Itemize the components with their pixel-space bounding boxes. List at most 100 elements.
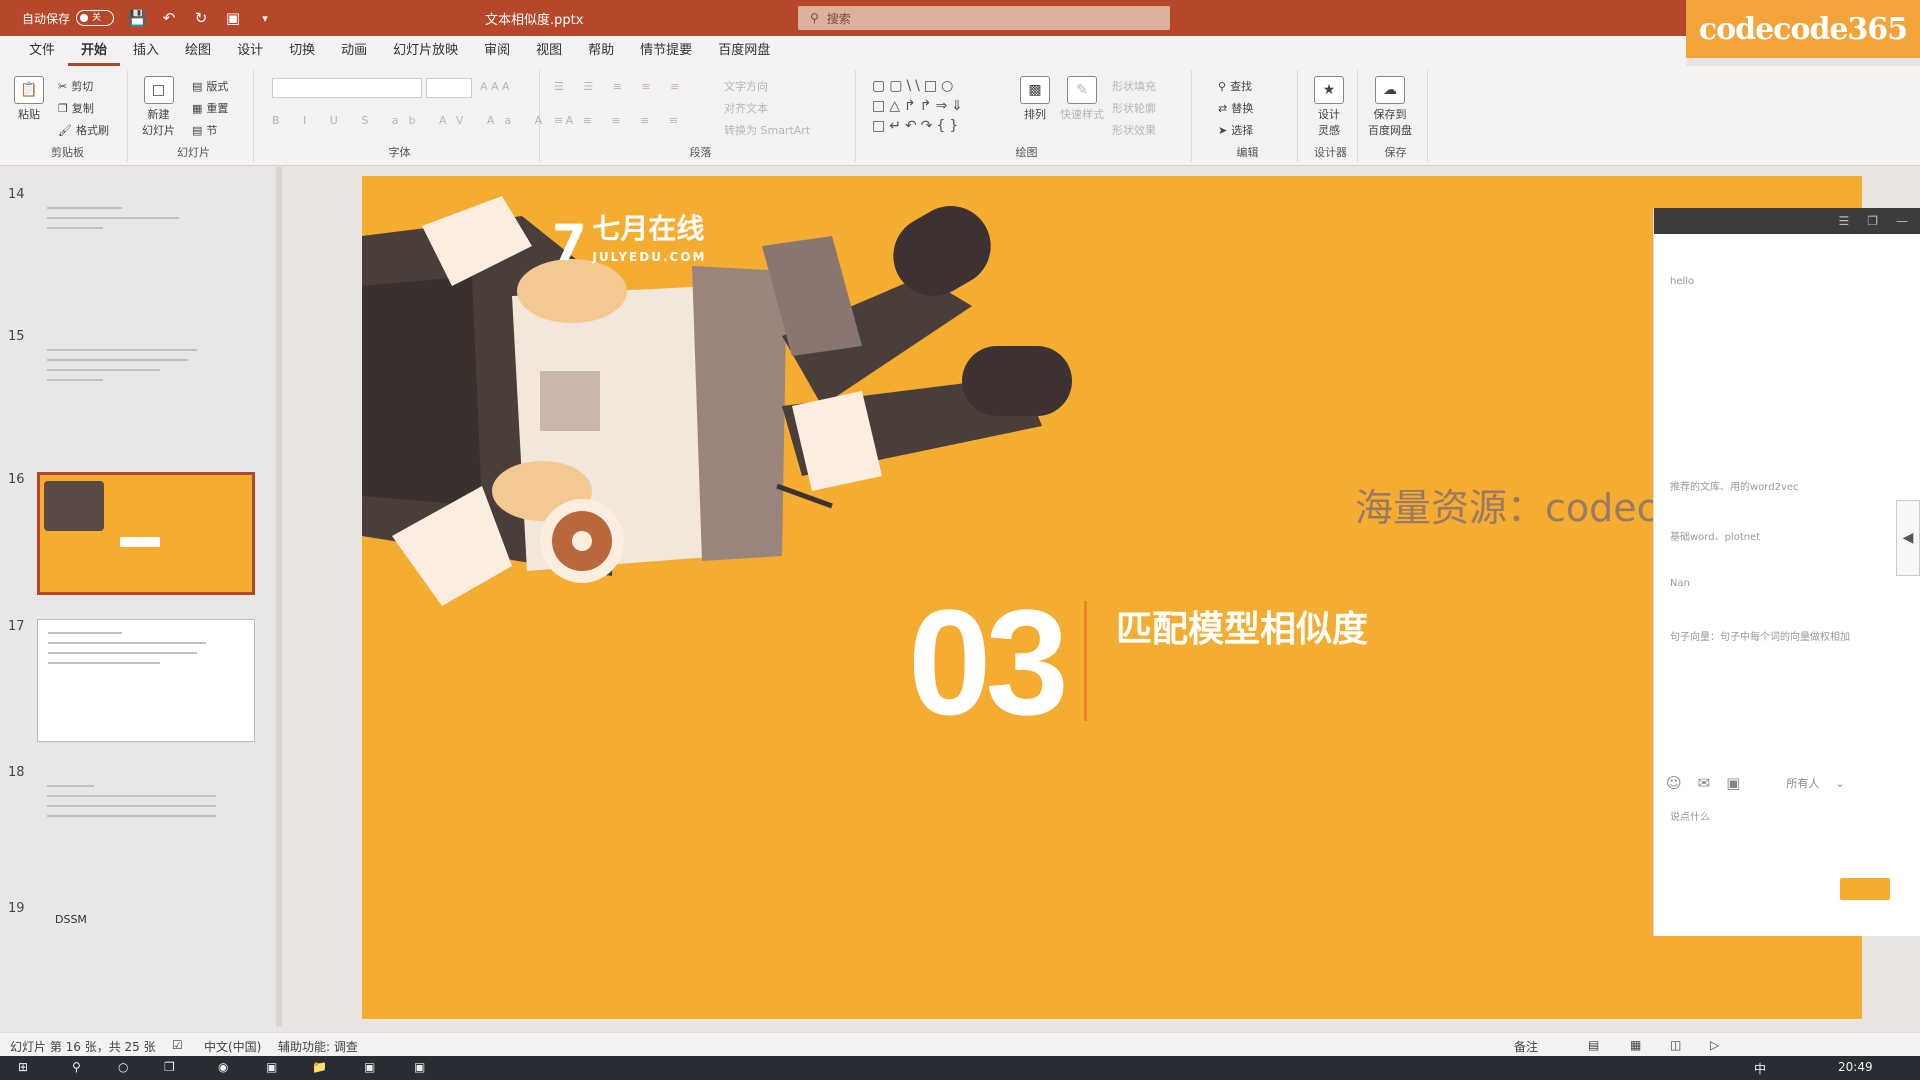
font-family-select[interactable] bbox=[272, 78, 422, 98]
search-icon[interactable]: ⚲ bbox=[72, 1060, 81, 1074]
tab-draw[interactable]: 绘图 bbox=[172, 36, 224, 66]
undo-icon[interactable]: ↶ bbox=[160, 9, 178, 27]
chevron-down-icon[interactable]: ⌄ bbox=[1835, 777, 1844, 790]
shape-outline-button[interactable]: 形状轮廓 bbox=[1112, 100, 1156, 116]
comment-icon[interactable]: ✉ bbox=[1698, 774, 1711, 792]
slide-thumbnail-16[interactable] bbox=[37, 472, 255, 595]
accessibility-status[interactable]: 辅助功能: 调查 bbox=[278, 1038, 358, 1055]
text-direction-button[interactable]: 文字方向 bbox=[724, 78, 768, 94]
tab-transitions[interactable]: 切换 bbox=[276, 36, 328, 66]
cortana-icon[interactable]: ○ bbox=[118, 1060, 128, 1074]
font-format-icons[interactable]: B I U S ab AV Aa A A bbox=[272, 114, 583, 127]
tab-insert[interactable]: 插入 bbox=[120, 36, 172, 66]
reset-icon: ▦ bbox=[192, 101, 203, 115]
autosave-switch[interactable]: 关 bbox=[76, 10, 115, 26]
slide-thumbnail-19[interactable]: DSSM bbox=[37, 909, 255, 1019]
redo-icon[interactable]: ↻ bbox=[192, 9, 210, 27]
shape-effects-button[interactable]: 形状效果 bbox=[1112, 122, 1156, 138]
chat-panel: ☰ ❐ — hello 推荐的文库、用的word2vec 基础word、plot… bbox=[1653, 208, 1920, 936]
minimize-icon[interactable]: — bbox=[1896, 214, 1908, 228]
cut-button[interactable]: ✂ 剪切 bbox=[58, 78, 93, 94]
collapse-panel-button[interactable]: ◀ bbox=[1896, 500, 1920, 576]
folder-icon[interactable]: 📁 bbox=[312, 1060, 327, 1074]
restore-icon[interactable]: ❐ bbox=[1867, 214, 1878, 228]
tab-animations[interactable]: 动画 bbox=[328, 36, 380, 66]
customize-toolbar-icon[interactable]: ▾ bbox=[256, 12, 274, 25]
quick-styles-button[interactable]: ✎ 快速样式 bbox=[1060, 76, 1104, 122]
list-icons[interactable]: ☰ ☰ ≡ ≡ ≡ bbox=[554, 80, 687, 93]
shape-fill-button[interactable]: 形状填充 bbox=[1112, 78, 1156, 94]
reading-view-icon[interactable]: ◫ bbox=[1670, 1038, 1681, 1052]
language-indicator[interactable]: 中文(中国) bbox=[204, 1038, 261, 1055]
menu-icon[interactable]: ☰ bbox=[1838, 214, 1849, 228]
chat-input[interactable]: 说点什么 bbox=[1670, 808, 1710, 823]
spellcheck-icon[interactable]: ☑ bbox=[172, 1038, 183, 1052]
designer-group: ★ 设计 灵感 设计器 bbox=[1304, 70, 1358, 162]
chevron-left-icon: ◀ bbox=[1902, 530, 1914, 546]
app-icon[interactable]: ▣ bbox=[364, 1060, 375, 1074]
tab-help[interactable]: 帮助 bbox=[575, 36, 627, 66]
search-box[interactable]: ⚲ 搜索 bbox=[798, 6, 1170, 30]
save-to-baidu-button[interactable]: ☁ 保存到 百度网盘 bbox=[1368, 76, 1412, 138]
notes-button[interactable]: 备注 bbox=[1514, 1038, 1538, 1055]
clock[interactable]: 20:49 bbox=[1838, 1060, 1873, 1074]
layout-button[interactable]: ▤ 版式 bbox=[192, 78, 228, 94]
emoji-icon[interactable]: ☺ bbox=[1666, 774, 1682, 792]
align-icons[interactable]: ≡ ≡ ≡ ≡ ≡ bbox=[554, 114, 686, 127]
task-view-icon[interactable]: ❐ bbox=[164, 1060, 175, 1074]
powerpoint-icon[interactable]: ▣ bbox=[414, 1060, 425, 1074]
slide-thumbnail-15[interactable] bbox=[37, 337, 255, 427]
app-icon[interactable]: ▣ bbox=[266, 1060, 277, 1074]
thumb-text-lines bbox=[47, 785, 235, 825]
slide-thumbnail-17[interactable] bbox=[37, 619, 255, 742]
slide-canvas[interactable]: 7 七月在线 JULYEDU.COM 海量资源：codecode365 03 匹… bbox=[362, 176, 1862, 1019]
replace-button[interactable]: ⇄ 替换 bbox=[1218, 100, 1253, 116]
ime-indicator[interactable]: 中 bbox=[1754, 1060, 1766, 1077]
autosave-toggle[interactable]: 自动保存 关 bbox=[22, 10, 115, 27]
shapes-gallery[interactable]: ▢▢\\□○ □△↱↱⇒⇓ □↵↶↷{} bbox=[872, 76, 967, 136]
tab-view[interactable]: 视图 bbox=[523, 36, 575, 66]
find-button[interactable]: ⚲ 查找 bbox=[1218, 78, 1252, 94]
windows-start-icon[interactable]: ⊞ bbox=[18, 1060, 28, 1074]
font-grow-icon[interactable]: A A A bbox=[480, 80, 510, 93]
tab-home[interactable]: 开始 bbox=[68, 36, 121, 66]
slides-group: □ 新建 幻灯片 ▤ 版式 ▦ 重置 ▤ 节 幻灯片 bbox=[134, 70, 254, 162]
document-title[interactable]: 文本相似度.pptx bbox=[485, 9, 583, 28]
new-slide-button[interactable]: □ 新建 幻灯片 bbox=[142, 76, 175, 138]
recipient-select[interactable]: 所有人 bbox=[1786, 775, 1819, 791]
slide-thumbnail-14[interactable] bbox=[37, 195, 255, 285]
reset-button[interactable]: ▦ 重置 bbox=[192, 100, 228, 116]
chat-message: Nan bbox=[1670, 578, 1690, 589]
section-button[interactable]: ▤ 节 bbox=[192, 122, 217, 138]
select-button[interactable]: ➤ 选择 bbox=[1218, 122, 1253, 138]
slide-sorter-icon[interactable]: ▦ bbox=[1630, 1038, 1641, 1052]
tab-storyboard[interactable]: 情节提要 bbox=[627, 36, 705, 66]
cursor-icon: ➤ bbox=[1218, 123, 1228, 137]
font-size-select[interactable] bbox=[426, 78, 472, 98]
copy-button[interactable]: ❐ 复制 bbox=[58, 100, 94, 116]
slide-thumbnail-18[interactable] bbox=[37, 773, 255, 873]
save-icon[interactable]: 💾 bbox=[128, 9, 147, 27]
tab-design[interactable]: 设计 bbox=[224, 36, 276, 66]
send-button[interactable] bbox=[1840, 878, 1890, 900]
align-text-button[interactable]: 对齐文本 bbox=[724, 100, 768, 116]
tab-file[interactable]: 文件 bbox=[16, 36, 68, 66]
tab-slideshow[interactable]: 幻灯片放映 bbox=[380, 36, 471, 66]
image-icon[interactable]: ▣ bbox=[1726, 774, 1740, 792]
chat-message: 基础word、plotnet bbox=[1670, 532, 1761, 543]
tab-review[interactable]: 审阅 bbox=[471, 36, 523, 66]
present-icon[interactable]: ▣ bbox=[224, 9, 242, 27]
chat-message: hello bbox=[1670, 276, 1695, 287]
thumb-text-lines bbox=[47, 207, 235, 237]
os-taskbar: ⊞ ⚲ ○ ❐ ◉ ▣ 📁 ▣ ▣ 中 20:49 bbox=[0, 1056, 1920, 1080]
tab-baidu-netdisk[interactable]: 百度网盘 bbox=[705, 36, 783, 66]
paste-button[interactable]: 📋 粘贴 bbox=[14, 76, 44, 122]
chrome-icon[interactable]: ◉ bbox=[218, 1060, 228, 1074]
thumbnails-scrollbar[interactable] bbox=[276, 167, 282, 1027]
format-painter-button[interactable]: 🖌 格式刷 bbox=[58, 122, 109, 138]
arrange-button[interactable]: ▩ 排列 bbox=[1020, 76, 1050, 122]
slideshow-icon[interactable]: ▷ bbox=[1710, 1038, 1719, 1052]
normal-view-icon[interactable]: ▤ bbox=[1588, 1038, 1599, 1052]
design-ideas-button[interactable]: ★ 设计 灵感 bbox=[1314, 76, 1344, 138]
convert-smartart-button[interactable]: 转换为 SmartArt bbox=[724, 122, 810, 138]
